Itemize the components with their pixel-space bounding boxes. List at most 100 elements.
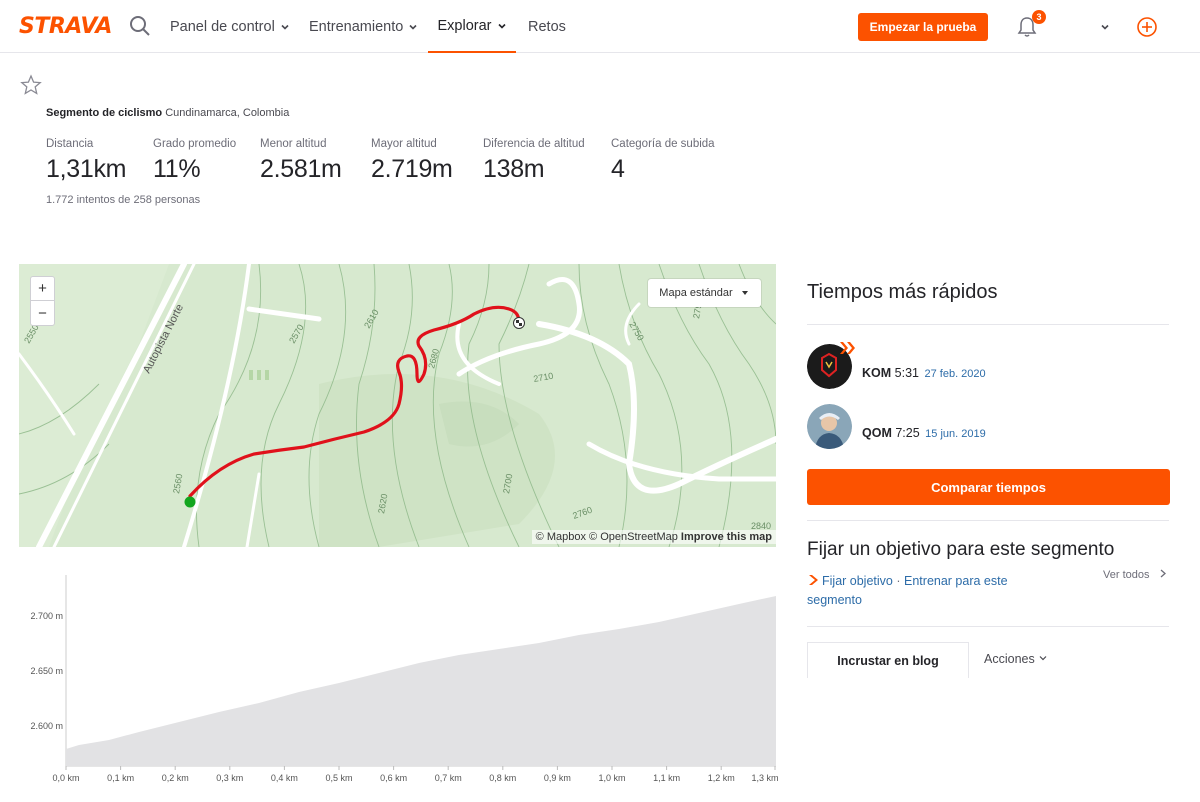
x-tick-label: 0,2 km	[162, 773, 189, 783]
goal-links: Fijar objetivo · Entrenar para este segm…	[807, 572, 1057, 610]
result-date-link[interactable]: 27 feb. 2020	[924, 368, 985, 380]
stat-climb-category: Categoría de subida 4	[611, 138, 715, 184]
chevron-down-icon[interactable]	[1100, 22, 1110, 32]
stat-label: Grado promedio	[153, 138, 237, 150]
stat-label: Diferencia de altitud	[483, 138, 585, 150]
segment-type: Segmento de ciclismo	[46, 107, 163, 119]
x-tick-label: 0,8 km	[489, 773, 516, 783]
x-tick-label: 1,0 km	[598, 773, 625, 783]
x-tick-label: 1,2 km	[708, 773, 735, 783]
leaderboard-title: Tiempos más rápidos	[807, 281, 998, 303]
stat-value: 138m	[483, 155, 545, 183]
nav-dashboard[interactable]: Panel de control	[170, 0, 290, 53]
star-icon[interactable]	[20, 74, 42, 96]
stat-value: 11%	[153, 155, 201, 183]
map-type-select[interactable]: Mapa estándar	[648, 279, 761, 307]
x-tick-label: 0,4 km	[271, 773, 298, 783]
add-circle-icon[interactable]	[1136, 16, 1158, 38]
x-tick-label: 1,3 km	[751, 773, 778, 783]
start-marker	[184, 496, 196, 508]
x-tick-label: 0,1 km	[107, 773, 134, 783]
mapbox-attribution-link[interactable]: © Mapbox	[536, 531, 586, 543]
kom-chevrons-icon	[840, 342, 855, 354]
stat-highest-elevation: Mayor altitud 2.719m	[371, 138, 453, 184]
chevron-down-icon	[281, 24, 289, 30]
osm-attribution-link[interactable]: © OpenStreetMap	[589, 531, 678, 543]
zoom-in-button[interactable]: +	[31, 277, 54, 301]
leaderboard-entry-qom[interactable]: QOM 7:25 15 jun. 2019	[807, 404, 1169, 450]
divider	[807, 324, 1169, 325]
contour-label: 2610	[362, 308, 381, 330]
x-tick-label: 0,9 km	[544, 773, 571, 783]
contour-label: 2680	[426, 348, 441, 370]
x-tick-label: 0,0 km	[52, 773, 79, 783]
x-tick-label: 1,1 km	[653, 773, 680, 783]
set-goal-link[interactable]: Fijar objetivo	[822, 574, 893, 588]
caret-down-icon	[741, 291, 748, 295]
stat-average-grade: Grado promedio 11%	[153, 138, 236, 184]
rank-label: QOM	[862, 426, 892, 440]
elevation-area	[66, 596, 776, 766]
stat-distance: Distancia 1,31km	[46, 138, 126, 184]
x-tick-label: 0,6 km	[380, 773, 407, 783]
compare-times-button[interactable]: Comparar tiempos	[807, 469, 1170, 505]
stat-value: 2.719m	[371, 155, 453, 183]
map-attribution: © Mapbox © OpenStreetMap Improve this ma…	[531, 530, 776, 544]
x-tick-label: 0,7 km	[435, 773, 462, 783]
athlete-name-placeholder	[862, 408, 932, 416]
nav-explore[interactable]: Explorar	[428, 0, 516, 53]
tab-actions[interactable]: Acciones	[984, 652, 1048, 666]
start-trial-button[interactable]: Empezar la prueba	[858, 13, 988, 41]
leaderboard-entry-kom[interactable]: KOM 5:31 27 feb. 2020	[807, 342, 1169, 390]
nav-training[interactable]: Entrenamiento	[309, 0, 418, 53]
y-tick-label: 2.650 m	[30, 666, 63, 676]
stat-value: 2.581m	[260, 155, 342, 183]
zoom-out-button[interactable]: −	[31, 301, 54, 325]
x-tick-label: 0,3 km	[216, 773, 243, 783]
stat-label: Categoría de subida	[611, 138, 715, 150]
stat-elevation-difference: Diferencia de altitud 138m	[483, 138, 585, 184]
leaderboard-result: QOM 7:25 15 jun. 2019	[862, 426, 986, 440]
nav-challenges[interactable]: Retos	[528, 0, 566, 53]
see-all-link[interactable]: Ver todos	[1103, 569, 1167, 581]
finish-flag-marker	[513, 317, 525, 329]
result-date-link[interactable]: 15 jun. 2019	[925, 428, 986, 440]
result-time: 7:25	[895, 426, 920, 440]
x-tick-label: 0,5 km	[325, 773, 352, 783]
notification-count-badge: 3	[1032, 10, 1046, 24]
strava-logo[interactable]: STRAVA	[19, 14, 112, 39]
chevron-right-icon	[1160, 569, 1166, 578]
stat-label: Mayor altitud	[371, 138, 437, 150]
map-zoom-control: + −	[30, 276, 55, 326]
tab-embed-in-blog[interactable]: Incrustar en blog	[807, 642, 969, 678]
link-separator: ·	[896, 574, 901, 588]
contour-label: 2710	[533, 371, 554, 384]
rank-label: KOM	[862, 366, 892, 380]
segment-location: Cundinamarca, Colombia	[165, 107, 290, 119]
top-navigation-bar: STRAVA Panel de control Entrenamiento Ex…	[0, 0, 1200, 53]
contour-label: 2560	[171, 473, 184, 494]
stat-value: 4	[611, 155, 625, 183]
stat-value: 1,31km	[46, 155, 127, 183]
elevation-profile-chart[interactable]: 2.700 m 2.650 m 2.600 m 0,0 km 0,1 km 0,…	[19, 565, 779, 795]
divider	[807, 626, 1169, 627]
divider	[807, 520, 1169, 521]
stat-lowest-elevation: Menor altitud 2.581m	[260, 138, 342, 184]
goal-section-title: Fijar un objetivo para este segmento	[807, 539, 1115, 560]
y-tick-label: 2.600 m	[30, 721, 63, 731]
chevron-right-icon	[809, 575, 818, 585]
stat-label: Menor altitud	[260, 138, 327, 150]
avatar[interactable]	[807, 404, 852, 449]
improve-map-link[interactable]: Improve this map	[681, 531, 772, 543]
contour-label: 2760	[571, 505, 593, 521]
y-tick-label: 2.700 m	[30, 611, 63, 621]
chevron-down-icon	[409, 24, 417, 30]
athlete-name-placeholder	[862, 348, 932, 356]
segment-type-line: Segmento de ciclismo Cundinamarca, Colom…	[46, 107, 289, 119]
search-icon[interactable]	[129, 15, 151, 37]
chevron-down-icon	[497, 23, 506, 29]
leaderboard-result: KOM 5:31 27 feb. 2020	[862, 366, 986, 380]
chevron-down-icon	[1039, 656, 1047, 661]
contour-label: 2750	[627, 320, 646, 342]
result-time: 5:31	[894, 366, 919, 380]
